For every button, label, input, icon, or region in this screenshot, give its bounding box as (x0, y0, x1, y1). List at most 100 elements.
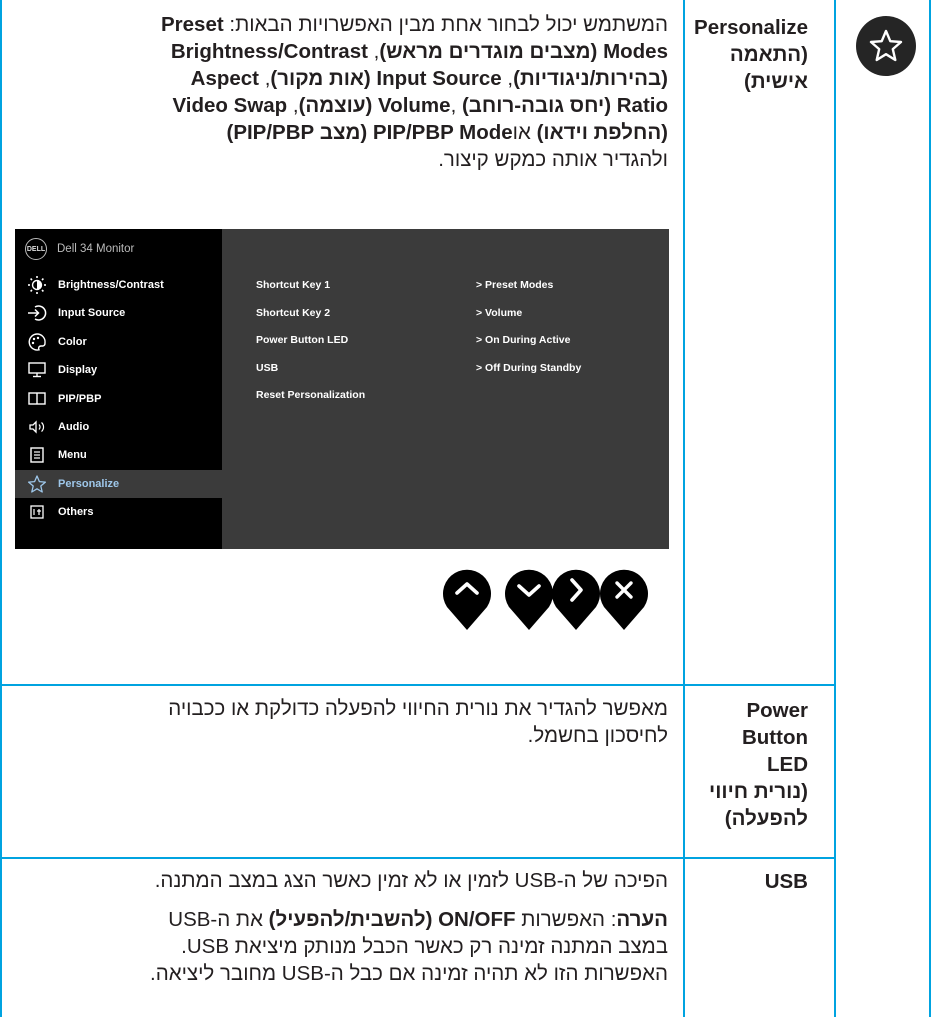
osd-menu-label: Audio (58, 421, 90, 433)
osd-title: Dell 34 Monitor (57, 243, 135, 255)
osd-menu-item[interactable]: Menu (15, 441, 222, 469)
bold-text: Input Source (אות מקור) (270, 67, 502, 90)
text-span: את ה-USB (168, 908, 269, 931)
osd-menu-item[interactable]: Brightness/Contrast (15, 271, 222, 299)
audio-icon (27, 418, 47, 436)
description-line: מאפשר להגדיר את נורית החיווי להפעלה כדול… (18, 695, 668, 722)
osd-main-panel: Shortcut Key 1 > Preset Modes Shortcut Key… (222, 229, 669, 549)
up-button[interactable] (437, 564, 497, 634)
power-led-label-line: (נורית חיווי (709, 780, 808, 803)
pip-pbp-icon (27, 390, 47, 408)
column-divider-content (683, 0, 685, 1017)
close-button[interactable] (594, 564, 654, 634)
personalize-label: Personalize (התאמה אישית) (690, 14, 808, 95)
osd-menu-label: Input Source (58, 307, 126, 320)
table-border-left (0, 0, 2, 1017)
power-led-description: מאפשר להגדיר את נורית החיווי להפעלה כדול… (18, 695, 668, 749)
description-line: (החלפת וידאו) אוPIP/PBP Mode (מצב PIP/PB… (18, 119, 668, 146)
description-line: ולהגדיר אותה כמקש קיצור. (18, 146, 668, 173)
usb-description: הפיכה של ה-USB לזמין או לא זמין כאשר הצג… (18, 867, 668, 894)
description-line: Modes (מצבים מוגדרים מראש), Brightness/C… (18, 38, 668, 65)
osd-menu-label: Others (58, 506, 94, 519)
text-span: , (501, 67, 514, 90)
osd-menu-item[interactable]: Audio (15, 413, 222, 441)
osd-setting-value: > On During Active (476, 334, 571, 346)
text-span: : האפשרות (515, 908, 617, 931)
text-span: , (450, 94, 462, 117)
text-span: במצב המתנה זמינה רק כאשר הכבל מנותק מיצי… (181, 935, 668, 958)
text-span: לחיסכון בחשמל. (527, 724, 668, 747)
description-line: הערה: האפשרות ON/OFF (להשבית/להפעיל) את … (18, 906, 668, 933)
osd-menu-item[interactable]: Input Source (15, 299, 222, 327)
osd-setting-value: > Volume (476, 306, 523, 319)
input-source-icon (27, 304, 47, 322)
star-icon (27, 475, 47, 493)
column-divider-label (834, 0, 836, 1017)
bold-text: Brightness/Contrast (170, 40, 368, 63)
power-led-label-line: LED (767, 753, 808, 776)
bold-text: Video Swap (172, 94, 288, 117)
menu-icon (27, 446, 47, 464)
osd-menu-label: Personalize (58, 477, 120, 490)
personalize-label-line: אישית) (744, 70, 808, 93)
description-line: Ratio (יחס גובה-רוחב) ,Volume (עוצמה), V… (18, 92, 669, 119)
osd-menu-item[interactable]: PIP/PBP (15, 385, 222, 413)
osd-menu-item[interactable]: Color (15, 328, 222, 356)
usb-label-line: USB (764, 870, 808, 893)
description-line: האפשרות הזו לא תהיה זמינה אם כבל ה-USB מ… (18, 960, 668, 987)
osd-menu-label: Brightness/Contrast (58, 279, 164, 291)
monitor-osd-screenshot: DELL Dell 34 Monitor Brightness/Contrast… (15, 229, 669, 549)
osd-sidebar: DELL Dell 34 Monitor Brightness/Contrast… (15, 229, 222, 549)
bold-text: Aspect (190, 67, 259, 90)
bold-text: ON/OFF (להשבית/להפעיל) (268, 908, 516, 931)
usb-note: הערה: האפשרות ON/OFF (להשבית/להפעיל) את … (18, 906, 668, 987)
description-line: הפיכה של ה-USB לזמין או לא זמין כאשר הצג… (18, 867, 668, 894)
description-line: לחיסכון בחשמל. (18, 722, 668, 749)
row-divider (0, 684, 836, 686)
osd-menu-label: PIP/PBP (58, 392, 102, 405)
bold-text: (החלפת וידאו) (536, 121, 668, 144)
bold-text: Ratio (יחס גובה-רוחב) (461, 94, 668, 117)
text-span: ולהגדיר אותה כמקש קיצור. (438, 148, 668, 171)
osd-menu-item[interactable]: Personalize (15, 469, 222, 498)
osd-menu-item[interactable]: Display (15, 356, 222, 384)
bold-text: Volume (עוצמה) (298, 94, 451, 117)
text-span: או (512, 121, 537, 144)
osd-setting-name[interactable]: Reset Personalization (256, 389, 365, 401)
text-span: האפשרות הזו לא תהיה זמינה אם כבל ה-USB מ… (150, 962, 668, 985)
others-icon (27, 503, 47, 521)
osd-setting-value: > Preset Modes (476, 279, 554, 291)
description-line: (בהירות/ניגודיות), Input Source (אות מקו… (18, 65, 668, 92)
osd-setting-name[interactable]: Shortcut Key 2 (256, 307, 330, 319)
personalize-star-badge-icon (856, 16, 916, 76)
bold-text: PIP/PBP Mode (מצב PIP/PBP) (226, 121, 513, 144)
osd-menu-item[interactable]: Others (15, 498, 222, 526)
description-line: המשתמש יכול לבחור אחת מבין האפשרויות הבא… (18, 11, 668, 38)
row-divider (0, 857, 836, 859)
osd-setting-name[interactable]: USB (256, 362, 278, 374)
power-led-label-line: Power (746, 699, 808, 722)
text-span: המשתמש יכול לבחור אחת מבין האפשרויות הבא… (223, 13, 668, 36)
osd-header: DELL Dell 34 Monitor (25, 237, 134, 261)
osd-setting-name[interactable]: Power Button LED (256, 334, 348, 346)
osd-menu-label: Display (58, 364, 98, 377)
text-span: הפיכה של ה-USB לזמין או לא זמין כאשר הצג… (154, 869, 668, 892)
text-span: , (259, 67, 271, 90)
display-icon (27, 361, 47, 379)
dell-logo: DELL (25, 238, 47, 260)
text-span: מאפשר להגדיר את נורית החיווי להפעלה כדול… (168, 697, 668, 720)
description-line: במצב המתנה זמינה רק כאשר הכבל מנותק מיצי… (18, 933, 668, 960)
osd-menu-label: Menu (58, 449, 87, 462)
power-led-label-line: Button (741, 726, 808, 749)
color-icon (27, 333, 47, 351)
text-span: , (287, 94, 299, 117)
personalize-label-line: (התאמה (729, 43, 808, 66)
usb-label: USB (690, 868, 808, 895)
osd-menu-label: Color (58, 335, 87, 348)
personalize-label-line: Personalize (694, 16, 808, 39)
bold-text: Preset (160, 13, 224, 36)
osd-setting-value: > Off During Standby (476, 361, 582, 374)
bold-text: Modes (מצבים מוגדרים מראש) (379, 40, 668, 63)
personalize-description: המשתמש יכול לבחור אחת מבין האפשרויות הבא… (18, 11, 668, 173)
osd-setting-name[interactable]: Shortcut Key 1 (256, 279, 330, 291)
